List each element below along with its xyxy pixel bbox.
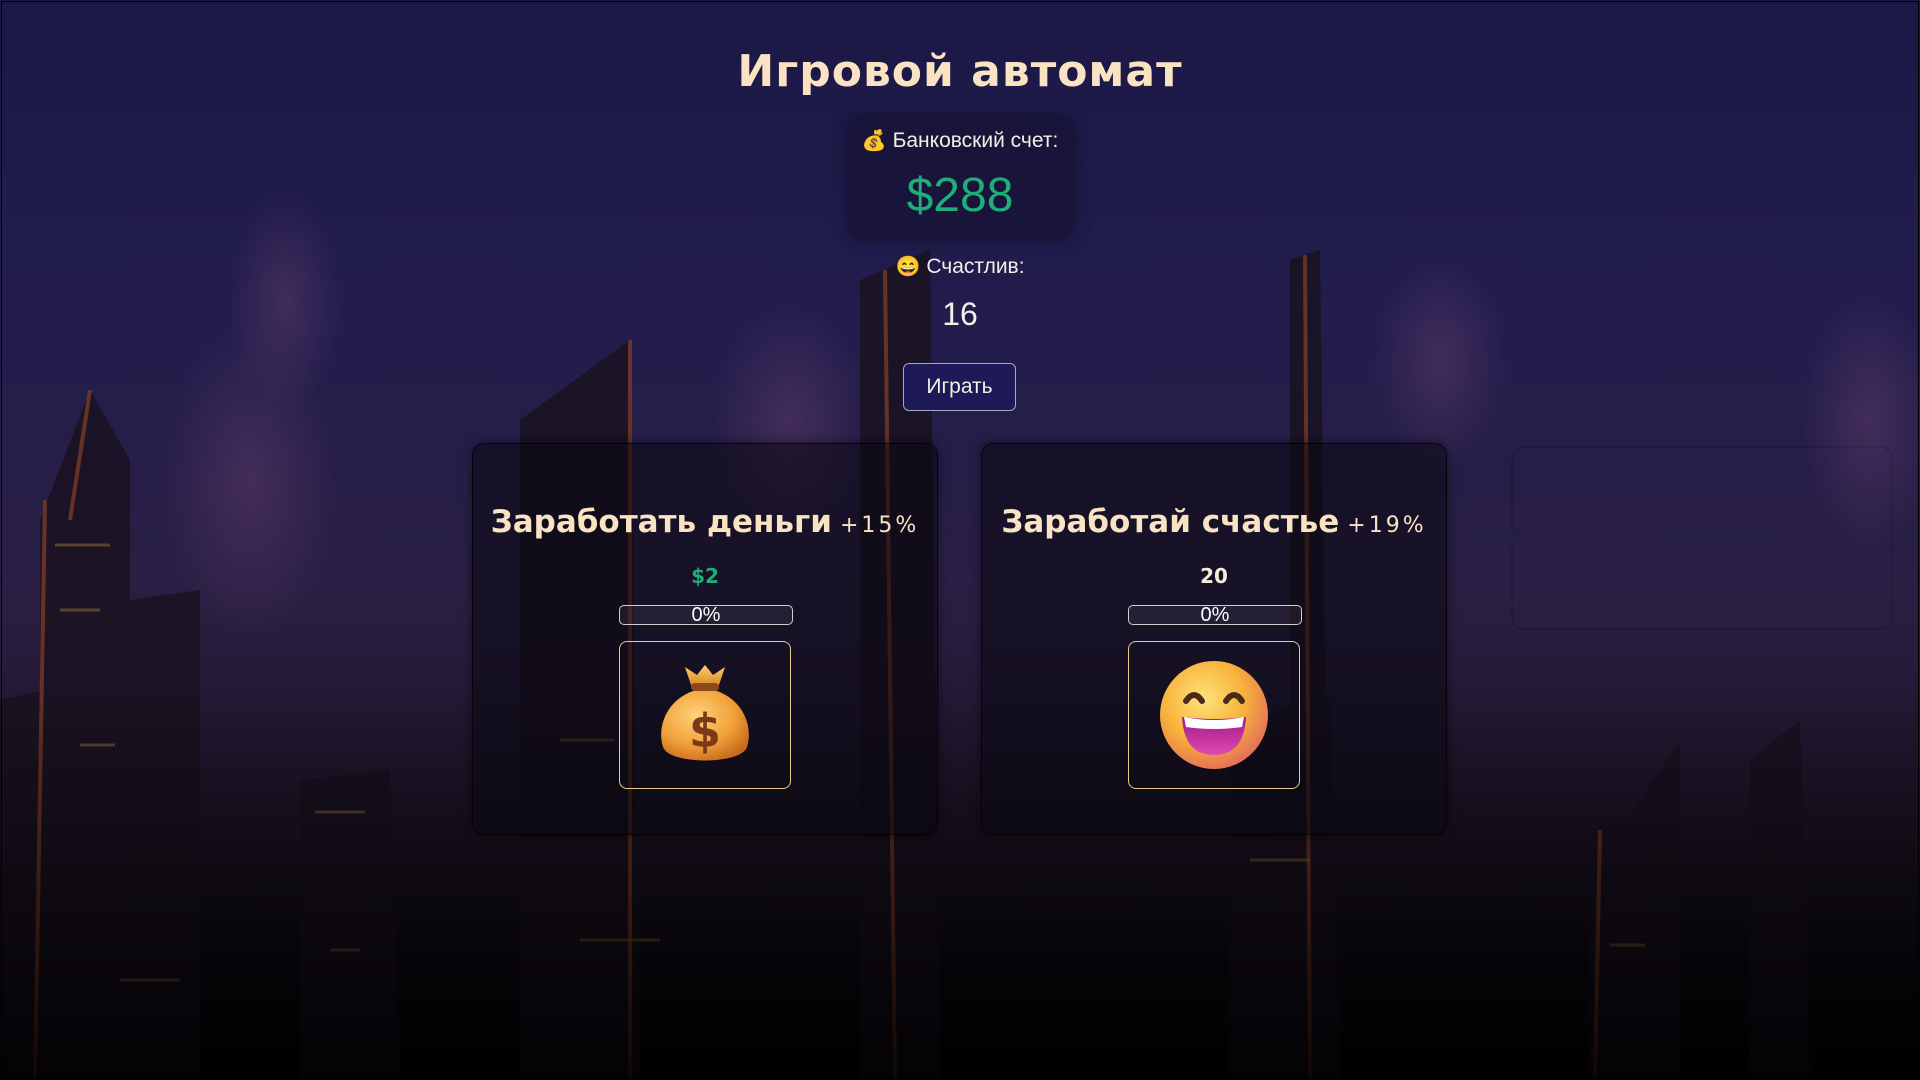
happiness-label-text: Счастлив:	[926, 255, 1025, 278]
earn-happiness-title-text: Заработай счастье	[1001, 504, 1340, 540]
grinning-face-icon	[1160, 661, 1268, 769]
earn-happiness-progress-text: 0%	[1200, 605, 1230, 625]
earn-money-title-text: Заработать деньги	[490, 504, 832, 540]
earn-money-progress-bar: 0%	[619, 605, 793, 625]
happiness-value: 16	[942, 296, 978, 332]
earn-money-bonus: +15%	[839, 513, 920, 538]
earn-happiness-card: Заработай счастье +19% 20 0%	[981, 443, 1447, 835]
bank-account-label: 💰 Банковский счет:	[0, 128, 1920, 153]
svg-text:$: $	[689, 704, 721, 758]
play-button[interactable]: Играть	[903, 363, 1016, 411]
earn-money-progress-text: 0%	[691, 605, 721, 625]
earn-money-title: Заработать деньги +15%	[473, 504, 937, 540]
earn-happiness-bonus: +19%	[1347, 513, 1427, 538]
happiness-label: 😄 Счастлив:	[0, 254, 1920, 279]
grinning-face-icon: 😄	[895, 256, 921, 278]
earn-happiness-button[interactable]	[1128, 641, 1300, 789]
page-title: Игровой автомат	[737, 46, 1183, 97]
earn-happiness-reward: 20	[1200, 564, 1228, 588]
earn-happiness-progress-bar: 0%	[1128, 605, 1302, 625]
money-bag-icon: $	[661, 665, 749, 761]
earn-money-card: Заработать деньги +15% $2 0% $	[472, 443, 938, 835]
earn-money-reward: $2	[691, 564, 719, 588]
bank-account-label-text: Банковский счет:	[892, 129, 1059, 152]
money-bag-icon: 💰	[861, 130, 887, 152]
earn-money-button[interactable]: $	[619, 641, 791, 789]
earn-happiness-title: Заработай счастье +19%	[982, 504, 1446, 540]
bank-balance: $288	[906, 169, 1014, 222]
